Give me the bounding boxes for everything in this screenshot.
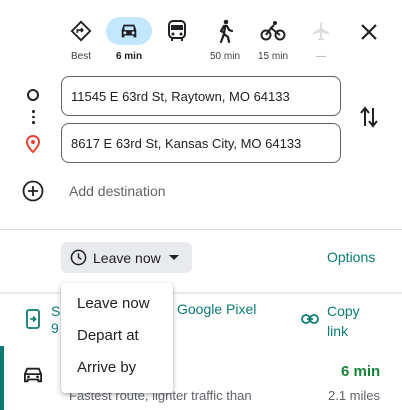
options-link[interactable]: Options (327, 249, 375, 265)
destination-input[interactable]: 8617 E 63rd St, Kansas City, MO 64133 (61, 123, 341, 163)
walking-icon (203, 17, 247, 45)
mode-flights[interactable]: — (297, 14, 345, 62)
best-route-icon (59, 17, 103, 45)
send-device-label[interactable]: Google Pixel (177, 301, 256, 317)
leave-now-label: Leave now (93, 249, 161, 266)
copy-link-button[interactable]: Copy link (327, 301, 367, 341)
add-destination-label[interactable]: Add destination (69, 183, 166, 199)
mode-walking[interactable]: 50 min (201, 14, 249, 62)
send-to-phone-label[interactable]: S (51, 301, 60, 321)
dropdown-caret-icon (168, 255, 179, 260)
send-to-phone-icon[interactable] (26, 309, 42, 329)
link-icon[interactable] (301, 312, 319, 324)
origin-dot-icon (27, 89, 39, 101)
divider (0, 229, 402, 230)
menu-item-depart-at[interactable]: Depart at (61, 320, 173, 352)
swap-locations-button[interactable] (356, 104, 382, 130)
mode-driving[interactable]: 6 min (105, 14, 153, 62)
mode-best[interactable]: Best (57, 14, 105, 62)
route-duration: 6 min (341, 363, 381, 380)
close-directions-button[interactable] (355, 18, 383, 46)
close-icon (361, 24, 377, 40)
destination-pin-icon (25, 134, 41, 154)
mode-label: 6 min (115, 51, 143, 62)
menu-item-leave-now[interactable]: Leave now (61, 288, 173, 320)
swap-icon (360, 106, 378, 128)
leave-now-button[interactable]: Leave now (61, 242, 192, 273)
transit-icon (155, 17, 199, 45)
origin-input[interactable]: 11545 E 63rd St, Raytown, MO 64133 (61, 76, 341, 116)
add-circle-icon (22, 180, 44, 202)
origin-value: 11545 E 63rd St, Raytown, MO 64133 (71, 88, 290, 104)
airplane-icon (299, 17, 343, 45)
bicycle-icon (251, 17, 295, 45)
mode-label: — (316, 51, 326, 62)
car-icon (22, 366, 44, 384)
menu-item-arrive-by[interactable]: Arrive by (61, 352, 173, 384)
destination-value: 8617 E 63rd St, Kansas City, MO 64133 (71, 135, 302, 151)
copy-link-line2: link (327, 323, 349, 339)
route-dots-icon (32, 110, 35, 127)
add-destination-button[interactable] (22, 180, 44, 202)
mode-cycling[interactable]: 15 min (249, 14, 297, 62)
route-distance: 2.1 miles (328, 388, 381, 403)
clock-icon (70, 249, 87, 266)
send-to-phone-label-line2[interactable]: 9 (51, 320, 59, 336)
mode-transit[interactable] (153, 14, 201, 62)
copy-link-line1: Copy (327, 303, 360, 319)
leave-time-menu: Leave now Depart at Arrive by (61, 283, 173, 393)
car-icon (106, 17, 152, 45)
